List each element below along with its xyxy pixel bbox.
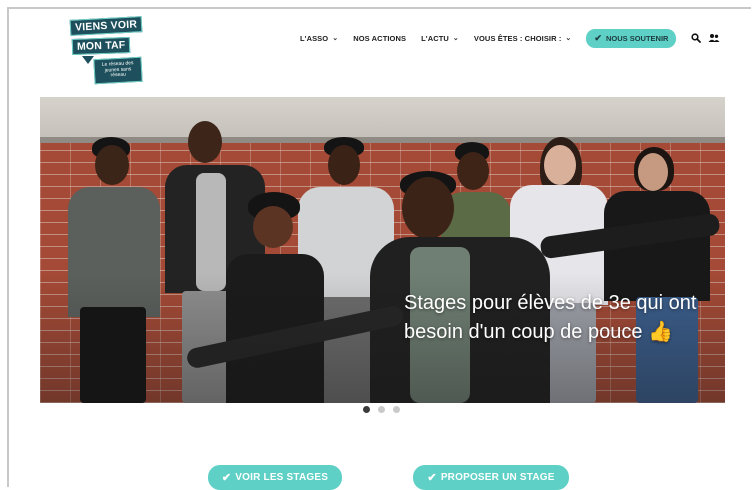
slider-dot-1[interactable] <box>363 406 370 413</box>
users-icon[interactable] <box>706 30 722 46</box>
nav-item-choisir[interactable]: VOUS ÊTES : CHOISIR : ⌄ <box>474 34 572 43</box>
view-internships-button[interactable]: ✔ VOIR LES STAGES <box>208 465 342 490</box>
nav-item-actions[interactable]: NOS ACTIONS <box>353 34 406 43</box>
main-nav: L'ASSO ⌄ NOS ACTIONS L'ACTU ⌄ VOUS ÊTES … <box>300 28 722 48</box>
propose-internship-button[interactable]: ✔ PROPOSER UN STAGE <box>413 465 569 490</box>
chevron-down-icon: ⌄ <box>332 35 339 42</box>
support-button-label: NOUS SOUTENIR <box>605 33 669 43</box>
logo-line-2: MON TAF <box>71 36 131 56</box>
check-icon: ✔ <box>427 472 437 484</box>
search-icon[interactable] <box>688 30 704 46</box>
nav-item-actu[interactable]: L'ACTU ⌄ <box>421 34 459 43</box>
slider-dot-3[interactable] <box>393 406 400 413</box>
nav-item-asso[interactable]: L'ASSO ⌄ <box>300 34 338 43</box>
chevron-down-icon: ⌄ <box>565 35 572 42</box>
logo-line-1: VIENS VOIR <box>69 16 143 36</box>
nav-item-label: L'ASSO <box>300 33 329 43</box>
chevron-down-icon: ⌄ <box>452 35 459 42</box>
slider-pagination <box>363 406 408 413</box>
site-logo[interactable]: VIENS VOIR MON TAF Le réseau des jeunes … <box>69 16 143 94</box>
hero-caption: Stages pour élèves de 3e qui ont besoin … <box>404 292 697 343</box>
logo-speech-tick <box>82 56 94 64</box>
view-internships-label: VOIR LES STAGES <box>235 472 329 483</box>
support-button[interactable]: ✔ NOUS SOUTENIR <box>586 28 677 48</box>
hero-slider[interactable]: Stages pour élèves de 3e qui ont besoin … <box>40 97 725 403</box>
logo-tagline: Le réseau des jeunes sans réseau <box>93 56 143 84</box>
nav-item-label: NOS ACTIONS <box>353 33 407 43</box>
nav-item-label: L'ACTU <box>421 33 449 43</box>
nav-item-label: VOUS ÊTES : CHOISIR : <box>473 33 562 43</box>
check-icon: ✔ <box>221 472 232 484</box>
slider-dot-2[interactable] <box>378 406 385 413</box>
check-icon: ✔ <box>594 32 602 43</box>
propose-internship-label: PROPOSER UN STAGE <box>440 472 555 483</box>
